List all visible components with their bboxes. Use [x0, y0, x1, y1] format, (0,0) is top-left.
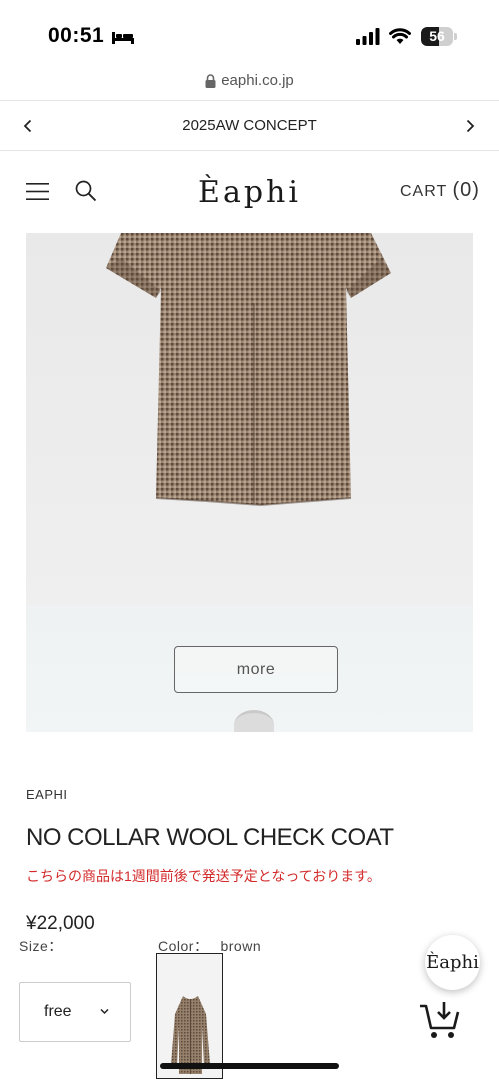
cart-count: (0): [452, 179, 480, 201]
product-main-image[interactable]: [26, 233, 473, 605]
color-value: brown: [220, 938, 262, 954]
size-label: Size：: [19, 938, 63, 954]
wifi-icon: [389, 28, 411, 44]
product-title: NO COLLAR WOOL CHECK COAT: [26, 824, 394, 851]
chevron-down-icon: [100, 1008, 109, 1015]
cart-link[interactable]: CART (0): [400, 179, 480, 202]
hero-more-area: more: [26, 605, 473, 732]
site-header: Èaphi CART (0): [0, 151, 499, 233]
size-select[interactable]: free: [19, 982, 131, 1042]
product-brand[interactable]: EAPHI: [26, 787, 68, 802]
product-price: ¥22,000: [26, 913, 95, 934]
size-select-value: free: [44, 1003, 72, 1020]
add-to-cart-icon[interactable]: [418, 1000, 460, 1040]
battery-indicator: 56: [421, 27, 457, 46]
color-label-text: Color：: [158, 938, 209, 954]
coat-image: [26, 233, 473, 605]
announcement-bar: 2025AW CONCEPT: [0, 100, 499, 151]
home-indicator[interactable]: [160, 1063, 339, 1069]
cellular-signal-icon: [356, 28, 380, 45]
chat-logo: Èaphi: [426, 952, 479, 973]
model-image-preview: [234, 710, 274, 732]
battery-level: 56: [429, 28, 445, 44]
status-time: 00:51: [48, 24, 105, 47]
shipping-notice: こちらの商品は1週間前後で発送予定となっております。: [26, 868, 381, 884]
sleep-focus-icon: [112, 32, 134, 44]
chevron-right-icon[interactable]: [460, 116, 480, 136]
url-bar[interactable]: eaphi.co.jp: [0, 72, 499, 100]
lock-icon: [205, 73, 216, 88]
color-swatch-brown[interactable]: [156, 953, 223, 1079]
cart-label: CART: [400, 183, 447, 200]
status-bar: 00:51 56: [0, 0, 499, 70]
more-button[interactable]: more: [174, 646, 338, 693]
url-text: eaphi.co.jp: [221, 72, 294, 89]
announcement-text[interactable]: 2025AW CONCEPT: [0, 117, 499, 134]
chat-widget-button[interactable]: Èaphi: [425, 935, 480, 990]
